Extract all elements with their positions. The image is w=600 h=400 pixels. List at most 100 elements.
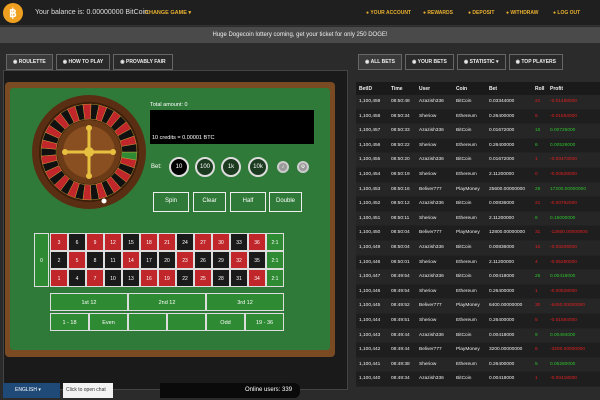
number-cell[interactable]: 24 <box>176 233 194 251</box>
tab-roulette[interactable]: ◉ ROULETTE <box>6 54 53 70</box>
withdraw-link[interactable]: ● WITHDRAW <box>506 10 538 16</box>
table-row[interactable]: 1,100,446 08:50:01 Sheriow Ethereum 2.112000… <box>356 255 600 271</box>
chip-10[interactable]: 10 <box>169 157 189 177</box>
deposit-link[interactable]: ● DEPOSIT <box>468 10 494 16</box>
zero-cell[interactable]: 0 <box>34 233 49 287</box>
number-cell[interactable]: 13 <box>122 269 140 287</box>
tab-your-bets[interactable]: ◉ YOUR BETS <box>404 54 454 70</box>
number-cell[interactable]: 12 <box>104 233 122 251</box>
number-cell[interactable]: 5 <box>68 251 86 269</box>
language-selector[interactable]: ENGLISH ▾ <box>3 383 60 398</box>
dozen-3rd[interactable]: 3rd 12 <box>206 293 284 311</box>
chip-100[interactable]: 100 <box>195 157 215 177</box>
number-cell[interactable]: 11 <box>104 251 122 269</box>
cell-user[interactable]: Sheriow <box>419 168 436 183</box>
number-cell[interactable]: 1 <box>50 269 68 287</box>
number-cell[interactable]: 26 <box>194 251 212 269</box>
table-row[interactable]: 1,100,451 08:50:11 Sheriow Ethereum 2.112000… <box>356 211 600 227</box>
cell-user[interactable]: Sheriow <box>419 285 436 300</box>
bitcoin-logo-icon[interactable]: ฿ <box>3 3 23 23</box>
number-cell[interactable]: 21 <box>158 233 176 251</box>
number-cell[interactable]: 28 <box>212 269 230 287</box>
table-row[interactable]: 1,100,454 08:50:19 Sheriow Ethereum 2.112000… <box>356 168 600 183</box>
number-cell[interactable]: 20 <box>158 251 176 269</box>
cell-user[interactable]: Beliver777 <box>419 183 442 198</box>
table-row[interactable]: 1,100,446 08:49:54 Sheriow Ethereum 0.264000… <box>356 284 600 300</box>
number-cell[interactable]: 32 <box>230 251 248 269</box>
cell-user[interactable]: Azazish336 <box>419 153 444 168</box>
rewards-link[interactable]: ● REWARDS <box>423 10 453 16</box>
number-cell[interactable]: 8 <box>86 251 104 269</box>
number-cell[interactable]: 2 <box>50 251 68 269</box>
table-row[interactable]: 1,100,458 08:50:34 Sheriow Ethereum 0.264000… <box>356 109 600 125</box>
table-row[interactable]: 1,100,447 08:49:54 Azazish336 BitCoin 0.0041… <box>356 270 600 285</box>
table-row[interactable]: 1,100,442 08:49:44 Beliver777 PlayMoney 3200… <box>356 343 600 358</box>
number-cell[interactable]: 17 <box>140 251 158 269</box>
bet-black[interactable] <box>167 313 206 331</box>
number-cell[interactable]: 15 <box>122 233 140 251</box>
table-row[interactable]: 1,100,450 08:50:04 Beliver777 PlayMoney 1280… <box>356 226 600 241</box>
number-cell[interactable]: 25 <box>194 269 212 287</box>
chat-open-input[interactable]: Click to open chat <box>63 383 113 398</box>
number-cell[interactable]: 29 <box>212 251 230 269</box>
number-cell[interactable]: 19 <box>158 269 176 287</box>
number-cell[interactable]: 27 <box>194 233 212 251</box>
table-row[interactable]: 1,100,445 08:49:52 Beliver777 PlayMoney 6400… <box>356 299 600 314</box>
number-cell[interactable]: 7 <box>86 269 104 287</box>
cell-user[interactable]: Sheriow <box>419 314 436 329</box>
column-bet[interactable]: 2:1 <box>266 251 284 269</box>
cell-user[interactable]: Azazish336 <box>419 124 444 139</box>
bet-even[interactable]: Even <box>89 313 128 331</box>
tab-provably-fair[interactable]: ◉ PROVABLY FAIR <box>113 54 173 70</box>
cell-user[interactable]: Beliver777 <box>419 343 442 358</box>
dozen-2nd[interactable]: 2nd 12 <box>128 293 206 311</box>
table-row[interactable]: 1,100,459 08:50:48 Azazish336 BitCoin 0.0334… <box>356 95 600 110</box>
number-cell[interactable]: 34 <box>248 269 266 287</box>
number-cell[interactable]: 31 <box>230 269 248 287</box>
number-cell[interactable]: 6 <box>68 233 86 251</box>
half-button[interactable]: Half <box>230 192 266 212</box>
sound-icon[interactable]: ♪ <box>277 161 289 173</box>
number-cell[interactable]: 9 <box>86 233 104 251</box>
number-cell[interactable]: 36 <box>248 233 266 251</box>
table-row[interactable]: 1,100,449 08:50:04 Azazish336 BitCoin 0.0083… <box>356 241 600 256</box>
dozen-1st[interactable]: 1st 12 <box>50 293 128 311</box>
cell-user[interactable]: Sheriow <box>419 212 436 227</box>
cell-user[interactable]: Azazish336 <box>419 372 444 387</box>
cell-user[interactable]: Sheriow <box>419 358 436 373</box>
table-row[interactable]: 1,100,455 08:50:20 Azazish336 BitCoin 0.0167… <box>356 153 600 168</box>
bet-19-36[interactable]: 19 - 36 <box>245 313 284 331</box>
bet-red[interactable] <box>128 313 167 331</box>
tab-statistic[interactable]: ◉ STATISTIC ▾ <box>456 54 506 70</box>
cell-user[interactable]: Azazish336 <box>419 270 444 285</box>
table-row[interactable]: 1,100,453 08:50:16 Beliver777 PlayMoney 2560… <box>356 182 600 198</box>
cell-user[interactable]: Azazish336 <box>419 329 444 344</box>
number-cell[interactable]: 16 <box>140 269 158 287</box>
table-row[interactable]: 1,100,440 08:49:34 Azazish336 BitCoin 0.0041… <box>356 372 600 387</box>
number-cell[interactable]: 22 <box>176 269 194 287</box>
number-cell[interactable]: 14 <box>122 251 140 269</box>
cell-user[interactable]: Beliver777 <box>419 299 442 314</box>
cell-user[interactable]: Sheriow <box>419 139 436 154</box>
table-row[interactable]: 1,100,457 08:50:33 Azazish336 BitCoin 0.0167… <box>356 124 600 139</box>
chip-1k[interactable]: 1k <box>221 157 241 177</box>
cell-user[interactable]: Azazish336 <box>419 197 444 212</box>
tab-how-to-play[interactable]: ◉ HOW TO PLAY <box>55 54 111 70</box>
number-cell[interactable]: 18 <box>140 233 158 251</box>
number-cell[interactable]: 35 <box>248 251 266 269</box>
column-bet[interactable]: 2:1 <box>266 233 284 251</box>
settings-icon[interactable]: ⚙ <box>297 161 309 173</box>
number-cell[interactable]: 33 <box>230 233 248 251</box>
cell-user[interactable]: Beliver777 <box>419 226 442 241</box>
number-cell[interactable]: 23 <box>176 251 194 269</box>
table-row[interactable]: 1,100,444 08:49:51 Sheriow Ethereum 0.264000… <box>356 314 600 329</box>
your-account-link[interactable]: ● YOUR ACCOUNT <box>366 10 411 16</box>
double-button[interactable]: Double <box>269 192 302 212</box>
number-cell[interactable]: 30 <box>212 233 230 251</box>
column-bet[interactable]: 2:1 <box>266 269 284 287</box>
clear-button[interactable]: Clear <box>193 192 226 212</box>
table-row[interactable]: 1,100,452 08:50:12 Azazish336 BitCoin 0.0083… <box>356 197 600 212</box>
chip-10k[interactable]: 10k <box>248 157 268 177</box>
change-game-dropdown[interactable]: CHANGE GAME ▾ <box>145 10 191 16</box>
table-row[interactable]: 1,100,456 08:50:22 Sheriow Ethereum 0.264000… <box>356 138 600 154</box>
